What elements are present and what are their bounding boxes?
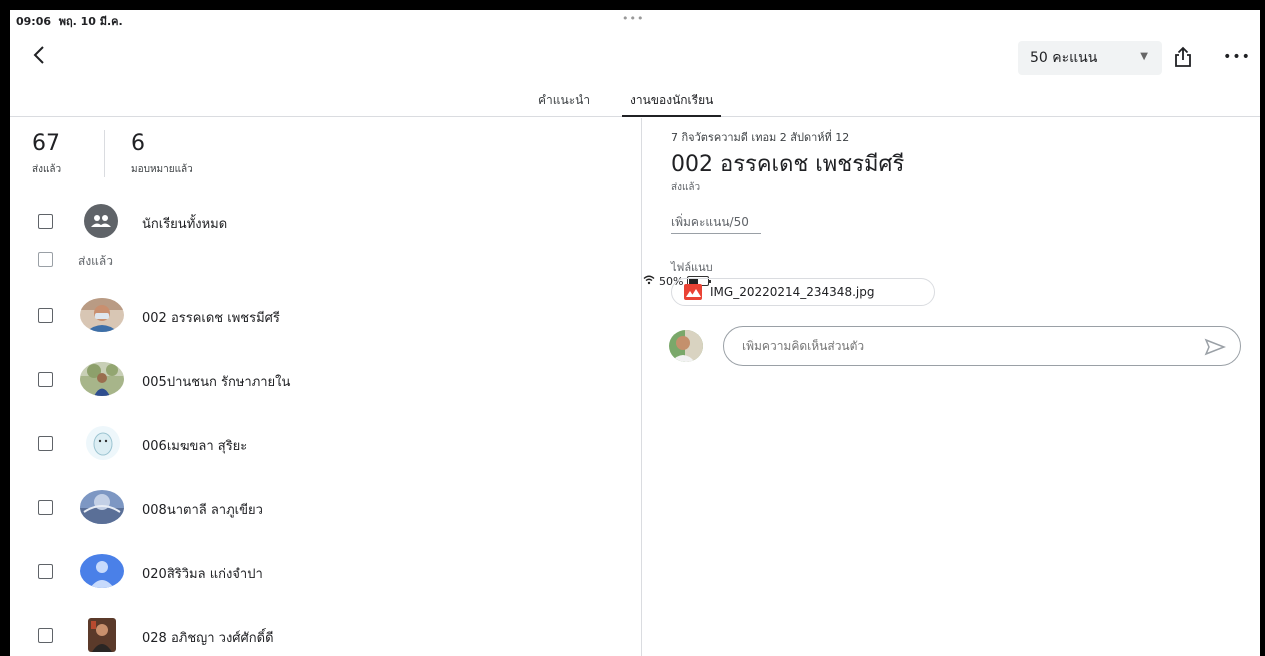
- turned-in-section: ส่งแล้ว: [10, 246, 642, 274]
- status-bar: 09:06 พฤ. 10 มี.ค. ••• 50%: [10, 10, 1260, 288]
- tab-instructions[interactable]: คำแนะนำ: [530, 91, 598, 117]
- send-button[interactable]: [1204, 337, 1227, 357]
- chevron-down-icon: ▼: [1140, 51, 1148, 62]
- student-name: 005ปานชนก รักษาภายใน: [142, 375, 291, 390]
- turned-in-stat[interactable]: 67 ส่งแล้ว: [32, 130, 104, 177]
- group-icon: [84, 204, 118, 238]
- student-name: 008นาตาลี ลาภูเขียว: [142, 503, 263, 518]
- assignment-title: 7 กิจวัตรความดี เทอม 2 สัปดาห์ที่ 12: [671, 131, 850, 144]
- student-row[interactable]: 005ปานชนก รักษาภายใน: [10, 354, 642, 406]
- assigned-count: 6: [131, 131, 145, 156]
- attachment-chip[interactable]: IMG_20220214_234348.jpg: [671, 278, 935, 306]
- share-icon: [1175, 46, 1191, 67]
- student-checkbox[interactable]: [38, 308, 53, 323]
- attachment-filename: IMG_20220214_234348.jpg: [710, 285, 875, 299]
- student-checkbox[interactable]: [38, 436, 53, 451]
- student-checkbox[interactable]: [38, 372, 53, 387]
- student-checkbox[interactable]: [38, 500, 53, 515]
- screen: 09:06 พฤ. 10 มี.ค. ••• 50% 50 คะแนน ▼ ••…: [10, 10, 1260, 656]
- student-name: 002 อรรคเดช เพชรมีศรี: [142, 311, 280, 326]
- selected-student-name: 002 อรรคเดช เพชรมีศรี: [671, 152, 905, 177]
- turned-in-section-checkbox[interactable]: [38, 252, 53, 267]
- student-checkbox[interactable]: [38, 564, 53, 579]
- student-avatar: [88, 618, 116, 652]
- add-points-field[interactable]: เพิ่มคะแนน/50: [671, 210, 761, 234]
- private-comment-box[interactable]: [723, 326, 1241, 366]
- all-students-row[interactable]: นักเรียนทั้งหมด: [10, 196, 642, 248]
- student-row[interactable]: 020สิริวิมล แก่งจำปา: [10, 546, 642, 598]
- turned-in-label: ส่งแล้ว: [32, 164, 62, 175]
- private-comment-input[interactable]: [742, 339, 1162, 353]
- all-students-checkbox[interactable]: [38, 214, 53, 229]
- back-button[interactable]: [24, 40, 54, 70]
- submission-detail-panel: 7 กิจวัตรความดี เทอม 2 สัปดาห์ที่ 12 002…: [643, 118, 1260, 656]
- student-row[interactable]: 006เมฆขลา สุริยะ: [10, 418, 642, 470]
- attachments-label: ไฟล์แนบ: [671, 261, 713, 274]
- student-row[interactable]: 008นาตาลี ลาภูเขียว: [10, 482, 642, 534]
- all-students-label: นักเรียนทั้งหมด: [142, 217, 228, 232]
- submission-stats: 67 ส่งแล้ว 6 มอบหมายแล้ว: [32, 130, 193, 177]
- points-label: 50 คะแนน: [1030, 50, 1098, 66]
- student-avatar: [80, 362, 124, 396]
- send-icon: [1204, 338, 1227, 356]
- student-avatar: [86, 426, 120, 460]
- student-avatar: [80, 554, 124, 588]
- student-checkbox[interactable]: [38, 628, 53, 643]
- turned-in-count: 67: [32, 131, 60, 156]
- chevron-left-icon: [33, 46, 44, 64]
- submission-status: ส่งแล้ว: [671, 182, 701, 193]
- image-file-icon: [684, 284, 702, 300]
- teacher-avatar: [669, 330, 703, 362]
- student-name: 006เมฆขลา สุริยะ: [142, 439, 248, 454]
- multitask-dots[interactable]: •••: [622, 12, 644, 25]
- student-avatar: [80, 298, 124, 332]
- status-time: 09:06 พฤ. 10 มี.ค.: [16, 15, 123, 28]
- student-list-panel: 67 ส่งแล้ว 6 มอบหมายแล้ว นักเรียนทั้งหมด…: [10, 118, 642, 656]
- student-row[interactable]: 028 อภิชญา วงศ์ศักดิ์ดี: [10, 610, 642, 656]
- assigned-stat[interactable]: 6 มอบหมายแล้ว: [104, 130, 193, 177]
- toolbar: 50 คะแนน ▼ •••: [10, 32, 1260, 82]
- points-dropdown[interactable]: 50 คะแนน ▼: [1018, 41, 1162, 75]
- tab-student-work[interactable]: งานของนักเรียน: [622, 91, 722, 117]
- assigned-label: มอบหมายแล้ว: [131, 164, 193, 175]
- share-button[interactable]: [1168, 42, 1198, 72]
- student-avatar: [80, 490, 124, 524]
- more-horiz-icon: •••: [1223, 49, 1251, 65]
- student-name: 028 อภิชญา วงศ์ศักดิ์ดี: [142, 631, 274, 646]
- student-name: 020สิริวิมล แก่งจำปา: [142, 567, 263, 582]
- turned-in-section-label: ส่งแล้ว: [78, 254, 114, 268]
- more-options-button[interactable]: •••: [1222, 42, 1252, 72]
- tab-bar: คำแนะนำ งานของนักเรียน: [10, 85, 1260, 117]
- student-row[interactable]: 002 อรรคเดช เพชรมีศรี: [10, 290, 642, 342]
